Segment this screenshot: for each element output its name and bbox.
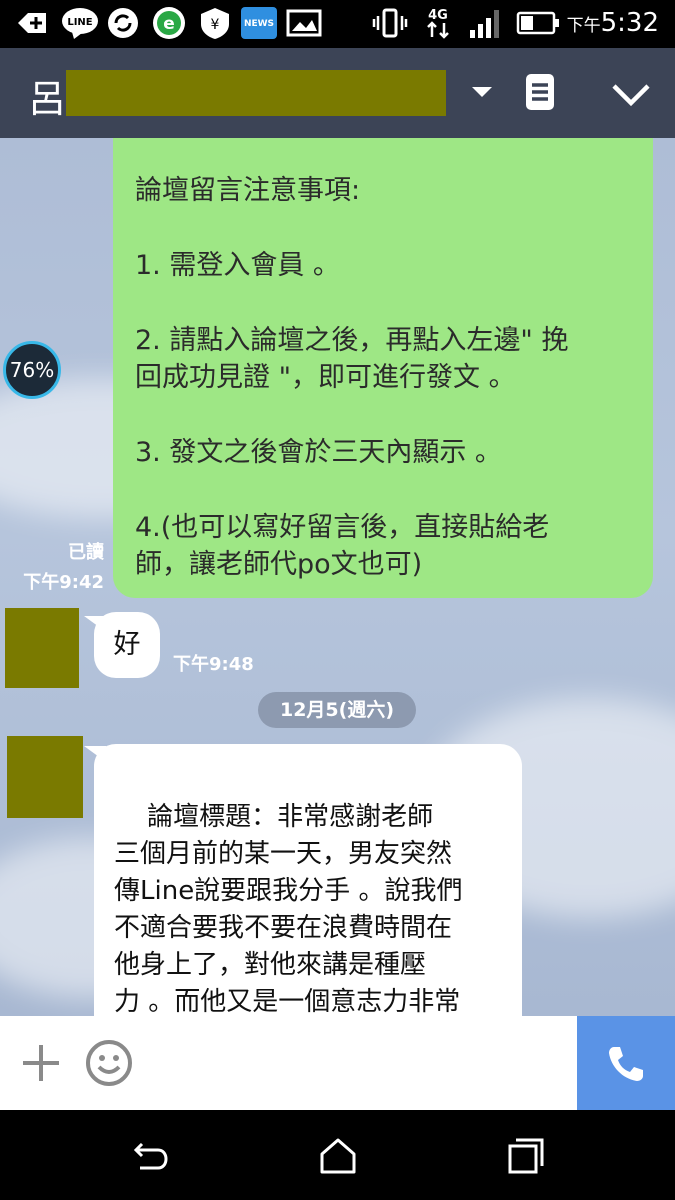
call-button[interactable] — [577, 1016, 675, 1110]
chat-header: 呂 — [0, 48, 675, 138]
received-message-bubble[interactable]: 論壇標題：非常感謝老師 三個月前的某一天，男友突然 傳Line說要跟我分手 。說… — [94, 744, 522, 1016]
battery-widget[interactable]: 76% — [3, 341, 61, 399]
notes-icon[interactable] — [524, 72, 556, 112]
shield-icon: ¥ — [201, 8, 229, 39]
message-line: 論壇留言注意事項: — [135, 175, 361, 206]
contact-avatar[interactable] — [7, 736, 83, 818]
navigation-bar — [0, 1110, 675, 1200]
recents-icon[interactable] — [506, 1136, 546, 1176]
svg-text:LINE: LINE — [67, 17, 92, 28]
add-notification-icon — [18, 13, 46, 33]
image-icon — [286, 9, 322, 37]
svg-text:¥: ¥ — [211, 17, 220, 33]
news-icon: NEWS — [241, 7, 277, 39]
chat-area[interactable]: 論壇留言注意事項: 1. 需登入會員 。 2. 請點入論壇之後，再點入左邊" 挽… — [0, 138, 675, 1016]
message-text: 論壇標題：非常感謝老師 三個月前的某一天，男友突然 傳Line說要跟我分手 。說… — [114, 802, 463, 1016]
signal-icon — [470, 10, 499, 38]
back-icon[interactable] — [130, 1138, 170, 1174]
message-line: 3. 發文之後會於三天內顯示 。 — [135, 437, 502, 468]
clock: 下午5:32 — [566, 8, 659, 38]
redacted-name — [66, 70, 446, 116]
message-timestamp: 下午9:42 — [23, 572, 104, 593]
sync-icon — [108, 8, 138, 38]
date-separator: 12月5(週六) — [258, 692, 416, 728]
line-app-icon: LINE — [62, 8, 98, 39]
message-line: 1. 需登入會員 。 — [135, 250, 340, 281]
browser-icon: e — [153, 7, 185, 39]
input-bar — [0, 1016, 675, 1110]
read-receipt: 已讀 — [68, 542, 104, 563]
mobile-data-icon: 4G — [427, 8, 449, 39]
message-line: 2. 請點入論壇之後，再點入左邊" 挽 回成功見證 "，即可進行發文 。 — [135, 325, 569, 393]
dropdown-caret-icon[interactable] — [470, 84, 494, 100]
sent-message-bubble[interactable]: 論壇留言注意事項: 1. 需登入會員 。 2. 請點入論壇之後，再點入左邊" 挽… — [113, 138, 653, 598]
svg-text:e: e — [163, 14, 175, 34]
message-line: 4.(也可以寫好留言後，直接貼給老 師，讓老師代po文也可) — [135, 512, 550, 580]
svg-text:4G: 4G — [428, 8, 448, 23]
svg-text:NEWS: NEWS — [244, 19, 274, 29]
received-message-bubble[interactable]: 好 — [94, 612, 160, 678]
smiley-icon[interactable] — [84, 1038, 134, 1088]
battery-icon — [516, 11, 559, 35]
vibrate-icon — [372, 8, 408, 38]
phone-icon — [609, 1047, 643, 1081]
plus-icon[interactable] — [20, 1042, 62, 1084]
message-text: 好 — [113, 629, 141, 660]
contact-name[interactable]: 呂 — [28, 68, 66, 123]
message-timestamp: 下午9:48 — [173, 654, 254, 675]
status-bar: LINE e ¥ NEWS 4G 下午5:32 — [0, 0, 675, 48]
chevron-down-icon[interactable] — [610, 82, 652, 108]
contact-avatar[interactable] — [5, 608, 79, 688]
home-icon[interactable] — [318, 1136, 358, 1176]
